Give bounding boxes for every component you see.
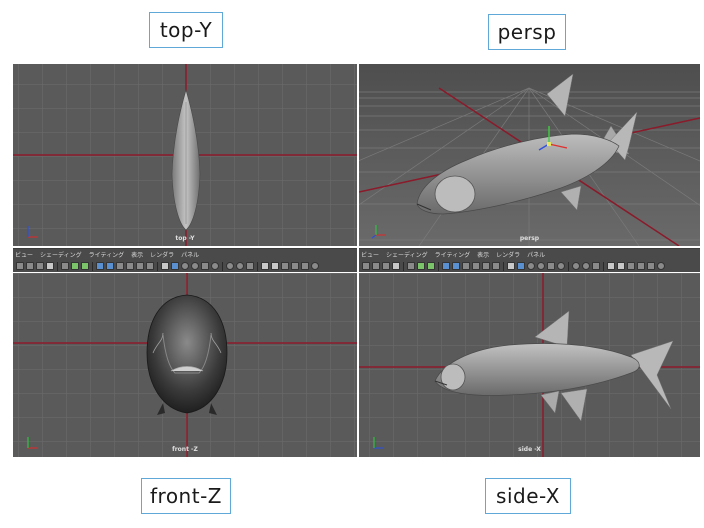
viewport-label-front: front -Z — [172, 446, 198, 453]
persp-view-scene — [359, 64, 700, 246]
camera-icon[interactable] — [362, 262, 370, 270]
wireframe-icon[interactable] — [442, 262, 450, 270]
xray-icon[interactable] — [517, 262, 525, 270]
lock-camera-icon[interactable] — [417, 262, 425, 270]
menu-panels[interactable]: パネル — [181, 250, 199, 260]
camera-attr-icon[interactable] — [26, 262, 34, 270]
pencil-icon[interactable] — [427, 262, 435, 270]
resolution-gate-icon[interactable] — [462, 262, 470, 270]
field-chart-icon[interactable] — [492, 262, 500, 270]
wireframe-icon[interactable] — [96, 262, 104, 270]
caption-side: side-X — [485, 478, 571, 514]
panel-toolbar-front: ビュー シェーディング ライティング 表示 レンダラ パネル — [13, 248, 357, 272]
antialias-icon[interactable] — [201, 262, 209, 270]
isolate-icon[interactable] — [161, 262, 169, 270]
hud-icon[interactable] — [637, 262, 645, 270]
bookmark-icon[interactable] — [36, 262, 44, 270]
display-layer-icon[interactable] — [261, 262, 269, 270]
lock-camera-icon[interactable] — [71, 262, 79, 270]
antialias-icon[interactable] — [547, 262, 555, 270]
bookmark-icon[interactable] — [382, 262, 390, 270]
gamma-icon[interactable] — [236, 262, 244, 270]
menu-renderer[interactable]: レンダラ — [496, 250, 520, 260]
viewport-label-top: top -Y — [175, 235, 195, 242]
viewport-persp[interactable]: persp — [359, 64, 700, 246]
film-gate-icon[interactable] — [472, 262, 480, 270]
viewport-side[interactable]: side -X — [359, 273, 700, 457]
exposure-icon[interactable] — [226, 262, 234, 270]
menu-view[interactable]: ビュー — [361, 250, 379, 260]
display-layer-icon[interactable] — [607, 262, 615, 270]
menu-show[interactable]: 表示 — [477, 250, 489, 260]
caption-front: front-Z — [141, 478, 231, 514]
exposure-icon[interactable] — [572, 262, 580, 270]
camera-icon[interactable] — [16, 262, 24, 270]
dof-icon[interactable] — [211, 262, 219, 270]
gamma-icon[interactable] — [582, 262, 590, 270]
menu-view[interactable]: ビュー — [15, 250, 33, 260]
front-view-scene — [13, 273, 357, 457]
resolution-gate-icon[interactable] — [116, 262, 124, 270]
panel-toolbar-side: ビュー シェーディング ライティング 表示 レンダラ パネル — [359, 248, 700, 272]
viewport-top[interactable]: top -Y — [13, 64, 357, 246]
dof-icon[interactable] — [557, 262, 565, 270]
grid-toggle-icon[interactable] — [61, 262, 69, 270]
menu-lighting[interactable]: ライティング — [435, 250, 471, 260]
menu-panels[interactable]: パネル — [527, 250, 545, 260]
menu-shading[interactable]: シェーディング — [386, 250, 428, 260]
xray-icon[interactable] — [171, 262, 179, 270]
viewport-label-persp: persp — [519, 235, 540, 242]
colorspace-icon[interactable] — [592, 262, 600, 270]
toggle-icon[interactable] — [301, 262, 309, 270]
isolate-icon[interactable] — [507, 262, 515, 270]
grid-toggle-icon[interactable] — [407, 262, 415, 270]
shadow-icon[interactable] — [181, 262, 189, 270]
caption-top: top-Y — [149, 12, 223, 48]
ambient-occlusion-icon[interactable] — [191, 262, 199, 270]
film-gate-icon[interactable] — [126, 262, 134, 270]
image-plane-icon[interactable] — [392, 262, 400, 270]
field-chart-icon[interactable] — [146, 262, 154, 270]
pencil-icon[interactable] — [81, 262, 89, 270]
top-view-scene — [13, 64, 357, 246]
quad-view-icon[interactable] — [627, 262, 635, 270]
smooth-shade-icon[interactable] — [106, 262, 114, 270]
shadow-icon[interactable] — [527, 262, 535, 270]
viewport-front[interactable]: front -Z — [13, 273, 357, 457]
camera-attr-icon[interactable] — [372, 262, 380, 270]
settings-icon[interactable] — [657, 262, 665, 270]
layout-icon[interactable] — [271, 262, 279, 270]
hud-icon[interactable] — [291, 262, 299, 270]
image-plane-icon[interactable] — [46, 262, 54, 270]
safe-action-icon[interactable] — [136, 262, 144, 270]
settings-icon[interactable] — [311, 262, 319, 270]
colorspace-icon[interactable] — [246, 262, 254, 270]
menu-renderer[interactable]: レンダラ — [150, 250, 174, 260]
safe-action-icon[interactable] — [482, 262, 490, 270]
menu-show[interactable]: 表示 — [131, 250, 143, 260]
toggle-icon[interactable] — [647, 262, 655, 270]
ambient-occlusion-icon[interactable] — [537, 262, 545, 270]
menu-lighting[interactable]: ライティング — [89, 250, 125, 260]
layout-icon[interactable] — [617, 262, 625, 270]
caption-persp: persp — [488, 14, 566, 50]
viewport-label-side: side -X — [518, 446, 541, 453]
smooth-shade-icon[interactable] — [452, 262, 460, 270]
menu-shading[interactable]: シェーディング — [40, 250, 82, 260]
quad-view-icon[interactable] — [281, 262, 289, 270]
side-view-scene — [359, 273, 700, 457]
